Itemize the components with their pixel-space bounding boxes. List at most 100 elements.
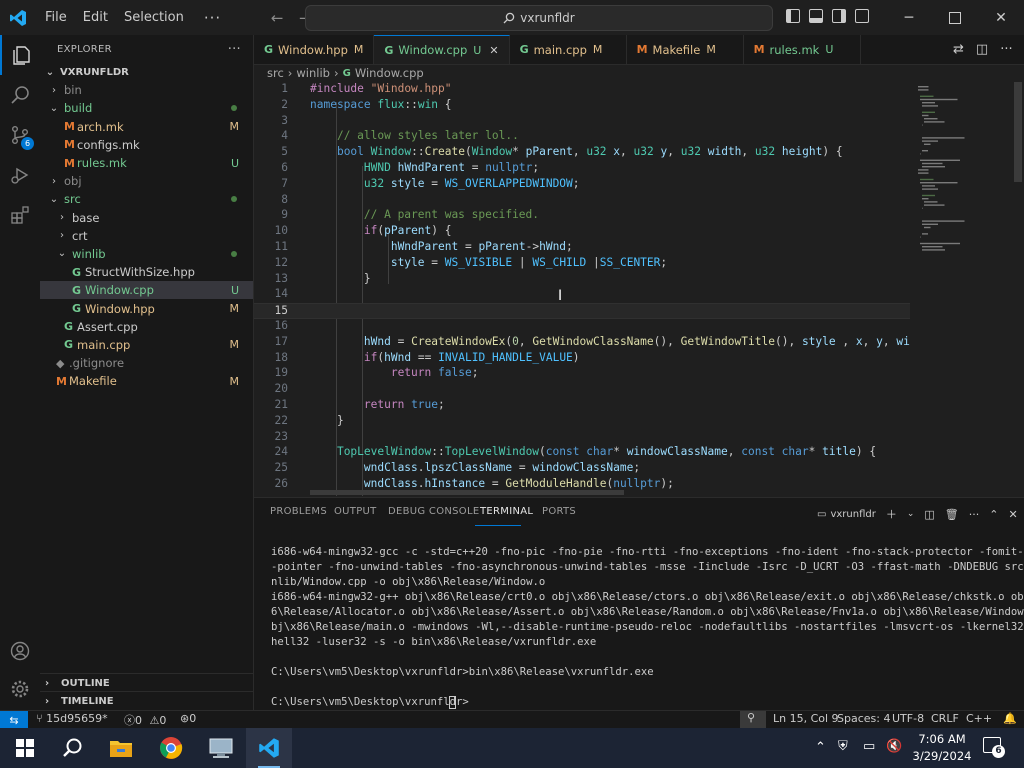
tree-item[interactable]: ⌄ winlib — [40, 245, 253, 263]
tree-item[interactable]: › obj — [40, 172, 253, 190]
problems-indicator[interactable]: ⓧ0 ⚠0 — [124, 712, 166, 728]
customize-layout-icon[interactable] — [855, 9, 869, 23]
panel-tab-terminal[interactable]: TERMINAL — [480, 506, 533, 517]
editor-scrollbar[interactable] — [1012, 82, 1024, 496]
panel-tab-problems[interactable]: PROBLEMS — [270, 506, 327, 517]
toggle-secondary-sidebar-icon[interactable] — [832, 9, 846, 23]
split-terminal-icon[interactable]: ◫ — [924, 508, 934, 521]
tree-item[interactable]: March.mk M — [40, 118, 253, 136]
tree-item[interactable]: ⌄ build — [40, 99, 253, 117]
terminal-selector[interactable]: ▭ vxrunfldr — [817, 509, 876, 520]
minimap-line — [922, 223, 938, 225]
tree-item[interactable]: G StructWithSize.hpp — [40, 263, 253, 281]
menu-file[interactable]: File — [37, 10, 75, 25]
command-center-search[interactable]: vxrunfldr — [305, 5, 773, 31]
changes-dot — [231, 250, 237, 257]
back-arrow-icon[interactable]: ← — [263, 9, 291, 27]
tab-window-hpp[interactable]: G Window.hpp M — [254, 35, 375, 64]
computer-app-icon[interactable] — [198, 728, 244, 768]
tree-item[interactable]: G Window.cpp U — [40, 281, 253, 300]
search-view-icon[interactable] — [0, 75, 40, 115]
timeline-section[interactable]: › TIMELINE — [40, 691, 253, 710]
new-terminal-icon[interactable]: ＋ — [886, 506, 897, 522]
outline-section[interactable]: › OUTLINE — [40, 673, 253, 692]
breadcrumb-winlib[interactable]: winlib — [296, 66, 330, 80]
maximize-button[interactable] — [932, 0, 978, 35]
zoom-indicator-icon[interactable]: ⚲ — [740, 711, 766, 729]
indentation[interactable]: Spaces: 4 — [837, 712, 890, 725]
breadcrumb-file[interactable]: Window.cpp — [355, 66, 424, 80]
tree-item[interactable]: Gmain.cpp M — [40, 336, 253, 354]
editor-more-icon[interactable]: ··· — [1000, 42, 1012, 57]
breadcrumb-src[interactable]: src — [267, 66, 284, 80]
panel-tab-ports[interactable]: PORTS — [542, 506, 576, 517]
file-explorer-icon[interactable] — [98, 728, 144, 768]
tree-item[interactable]: G Window.hpp M — [40, 299, 253, 317]
minimize-button[interactable]: ─ — [886, 0, 932, 35]
branch-icon: ⑂ — [36, 712, 43, 725]
show-hidden-icons-icon[interactable]: ⌃ — [815, 740, 826, 755]
vscode-taskbar-icon[interactable] — [246, 728, 292, 768]
taskbar-search-icon[interactable] — [50, 728, 96, 768]
line-number: 6 — [281, 161, 288, 174]
scrollbar-thumb[interactable] — [1014, 82, 1022, 182]
panel-tab-debug-console[interactable]: DEBUG CONSOLE — [388, 506, 479, 517]
maximize-panel-icon[interactable]: ⌃ — [989, 508, 998, 521]
source-control-icon[interactable]: 6 — [0, 115, 40, 155]
network-icon[interactable]: ▭ — [863, 739, 875, 754]
chevron-down-icon[interactable]: ⌄ — [907, 509, 915, 519]
git-status-badge: M — [229, 302, 240, 316]
close-panel-icon[interactable]: ✕ — [1008, 508, 1017, 521]
tree-item[interactable]: ◆ .gitignore — [40, 354, 253, 372]
branch-indicator[interactable]: ⑂ 15d95659* — [36, 712, 108, 725]
close-window-button[interactable]: ✕ — [978, 0, 1024, 35]
explorer-more-icon[interactable]: ··· — [228, 42, 241, 57]
toggle-panel-icon[interactable] — [809, 9, 823, 23]
language-mode[interactable]: C++ — [966, 712, 992, 725]
windows-start-icon[interactable] — [2, 728, 48, 768]
chrome-icon[interactable] — [148, 728, 194, 768]
tree-item[interactable]: Mconfigs.mk — [40, 136, 253, 154]
tree-item[interactable]: › bin — [40, 81, 253, 99]
tab-makefile[interactable]: M Makefile M — [627, 35, 744, 64]
tree-item[interactable]: › base — [40, 209, 253, 227]
split-editor-icon[interactable]: ◫ — [976, 42, 988, 57]
remote-indicator-icon[interactable]: ⇆ — [0, 711, 28, 729]
code-editor[interactable]: 1 #include "Window.hpp" 2 namespace flux::w… — [254, 82, 910, 496]
tree-item[interactable]: M Makefile M — [40, 372, 253, 390]
encoding[interactable]: UTF-8 — [892, 712, 924, 725]
security-icon[interactable]: ⛨ — [838, 739, 848, 754]
more-menu-icon[interactable]: ··· — [192, 9, 233, 27]
toggle-sidebar-icon[interactable] — [786, 9, 800, 23]
tree-item[interactable]: ⌄ src — [40, 190, 253, 208]
accounts-icon[interactable] — [0, 631, 40, 671]
close-tab-icon[interactable]: ✕ — [489, 44, 498, 57]
run-debug-icon[interactable] — [0, 155, 40, 195]
tree-item[interactable]: Mrules.mk U — [40, 154, 253, 172]
notifications-bell-icon[interactable]: 🔔 — [1003, 712, 1017, 725]
tree-item[interactable]: › crt — [40, 227, 253, 245]
volume-muted-icon[interactable]: 🔇 — [886, 739, 902, 754]
minimap[interactable] — [910, 82, 1010, 496]
line-ending[interactable]: CRLF — [931, 712, 959, 725]
tree-item[interactable]: G Assert.cpp — [40, 318, 253, 336]
horizontal-scrollbar[interactable] — [310, 490, 624, 495]
tab-main-cpp[interactable]: Gmain.cpp M — [510, 35, 627, 64]
explorer-icon[interactable] — [0, 35, 40, 75]
ports-indicator[interactable]: ⊛0 — [180, 712, 196, 725]
extensions-icon[interactable] — [0, 195, 40, 235]
panel-tab-output[interactable]: OUTPUT — [334, 506, 377, 517]
clock[interactable]: 7:06 AM 3/29/2024 — [912, 731, 972, 765]
menu-selection[interactable]: Selection — [116, 10, 192, 25]
settings-gear-icon[interactable] — [0, 669, 40, 709]
tab-rules-mk[interactable]: Mrules.mk U — [744, 35, 861, 64]
menu-edit[interactable]: Edit — [75, 10, 116, 25]
panel-more-icon[interactable]: ··· — [969, 508, 980, 521]
workspace-folder[interactable]: ⌄ VXRUNFLDR — [40, 63, 253, 81]
trash-icon[interactable]: 🗑 — [945, 508, 959, 521]
notification-center-icon[interactable]: 6 — [983, 737, 1005, 758]
cursor-position[interactable]: Ln 15, Col 9 — [773, 712, 839, 725]
open-changes-icon[interactable]: ⇄ — [953, 42, 964, 57]
tab-window-cpp[interactable]: G Window.cpp U ✕ — [374, 35, 510, 64]
line-number: 25 — [274, 461, 288, 475]
